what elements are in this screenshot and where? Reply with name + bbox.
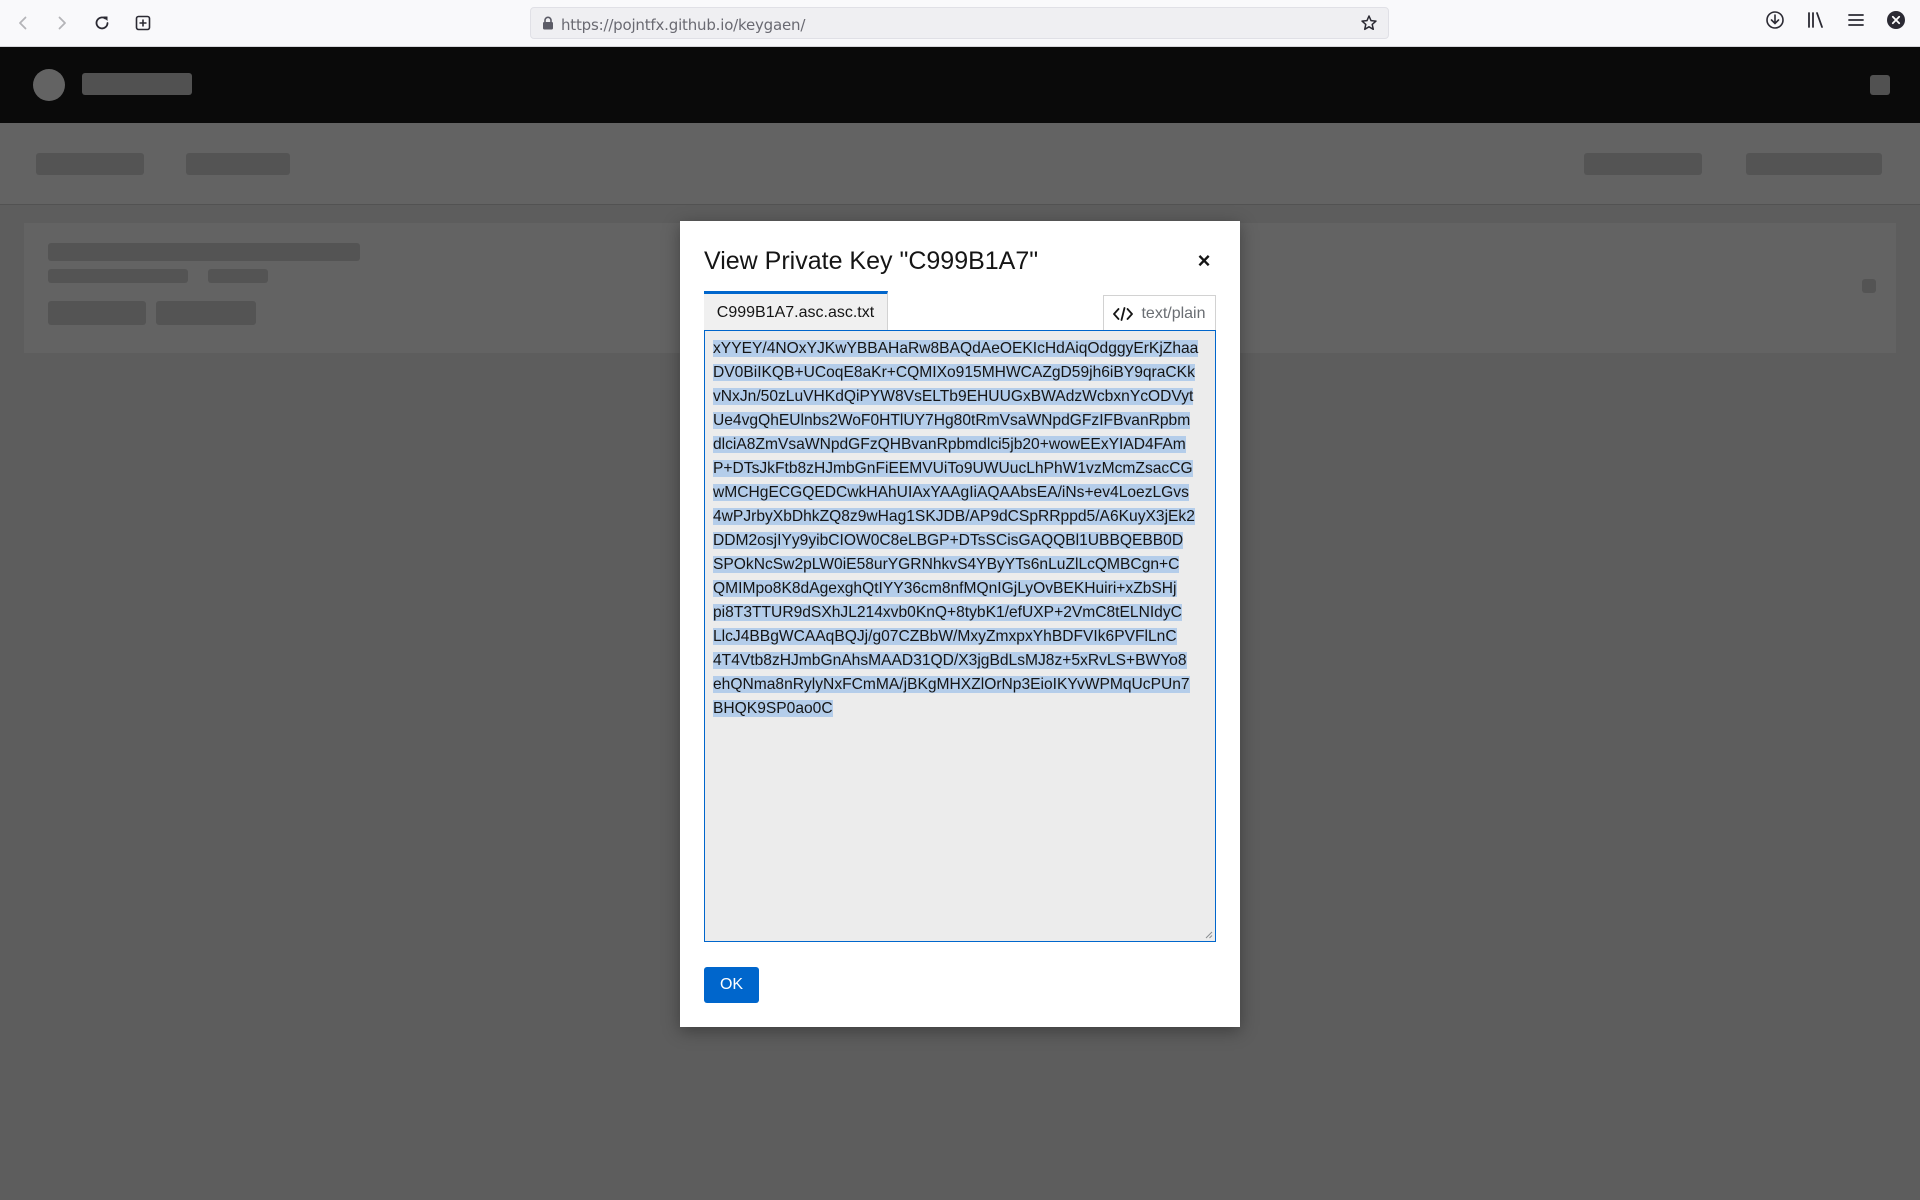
library-icon[interactable] [1806, 10, 1826, 35]
new-tab-icon[interactable] [130, 10, 156, 36]
close-icon[interactable] [1886, 10, 1906, 35]
key-text-line: vNxJn/50zLuVHKdQiPYW8VsELTb9EHUUGxBWAdzW… [713, 385, 1208, 409]
url-path: /keygaen/ [733, 16, 806, 34]
resize-grip-icon[interactable] [1203, 929, 1213, 939]
star-icon[interactable] [1360, 14, 1378, 32]
key-text-line: ehQNma8nRylyNxFCmMA/jBKgMHXZlOrNp3EioIKY… [713, 673, 1208, 697]
key-text-line: BHQK9SP0ao0C [713, 697, 1208, 721]
key-text-line: 4T4Vtb8zHJmbGnAhsMAAD31QD/X3jgBdLsMJ8z+5… [713, 649, 1208, 673]
back-icon[interactable] [10, 10, 36, 36]
key-text-selection: dlciA8ZmVsaWNpdGFzQHBvanRpbmdlci5jb20+wo… [713, 436, 1186, 453]
key-text-line: LlcJ4BBgWCAAqBQJj/g07CZBbW/MxyZmxpxYhBDF… [713, 625, 1208, 649]
lock-icon [543, 16, 553, 30]
key-text-selection: SPOkNcSw2pLW0iE58urYGRNhkvS4YByYTs6nLuZl… [713, 556, 1180, 573]
key-text-selection: 4wPJrbyXbDhkZQ8z9wHag1SKJDB/AP9dCSpRRppd… [713, 508, 1195, 525]
key-text-line: wMCHgECGQEDCwkHAhUIAxYAAgIiAQAAbsEA/iNs+… [713, 481, 1208, 505]
mime-type-label: text/plain [1141, 304, 1206, 322]
download-icon[interactable] [1765, 10, 1785, 35]
url-text: https://pojntfx.github.io/keygaen/ [561, 16, 805, 34]
forward-icon[interactable] [49, 10, 75, 36]
key-text-line: xYYEY/4NOxYJKwYBBAHaRw8BAQdAeOEKIcHdAiqO… [713, 337, 1208, 361]
key-text-line: DDM2osjIYy9yibCIOW0C8eLBGP+DTsSCisGAQQBl… [713, 529, 1208, 553]
url-bar[interactable]: https://pojntfx.github.io/keygaen/ [530, 7, 1389, 39]
url-host: https://pojntfx.github.io [561, 16, 734, 34]
file-name-tab[interactable]: C999B1A7.asc.asc.txt [704, 291, 888, 331]
ok-button[interactable]: OK [704, 967, 759, 1003]
key-text-line: DV0BiIKQB+UCoqE8aKr+CQMIXo915MHWCAZgD59j… [713, 361, 1208, 385]
key-text-selection: LlcJ4BBgWCAAqBQJj/g07CZBbW/MxyZmxpxYhBDF… [713, 628, 1177, 645]
key-text-line: QMIMpo8K8dAgexghQtIYY36cm8nfMQnIGjLyOvBE… [713, 577, 1208, 601]
key-text-selection: BHQK9SP0ao0C [713, 700, 833, 717]
key-text-selection: 4T4Vtb8zHJmbGnAhsMAAD31QD/X3jgBdLsMJ8z+5… [713, 652, 1187, 669]
menu-icon[interactable] [1846, 10, 1866, 35]
code-icon [1113, 306, 1134, 321]
key-text-line: SPOkNcSw2pLW0iE58urYGRNhkvS4YByYTs6nLuZl… [713, 553, 1208, 577]
key-text-line: P+DTsJkFtb8zHJmbGnFiEEMVUiTo9UWUucLhPhW1… [713, 457, 1208, 481]
browser-toolbar: https://pojntfx.github.io/keygaen/ [0, 0, 1920, 47]
key-text-selection: xYYEY/4NOxYJKwYBBAHaRw8BAQdAeOEKIcHdAiqO… [713, 340, 1199, 357]
view-private-key-modal: View Private Key "C999B1A7" × C999B1A7.a… [680, 221, 1240, 1027]
key-text-selection: Ue4vgQhEUlnbs2WoF0HTlUY7Hg80tRmVsaWNpdGF… [713, 412, 1191, 429]
key-text-line: Ue4vgQhEUlnbs2WoF0HTlUY7Hg80tRmVsaWNpdGF… [713, 409, 1208, 433]
reload-icon[interactable] [89, 10, 115, 36]
modal-title: View Private Key "C999B1A7" [704, 247, 1039, 275]
key-text-selection: QMIMpo8K8dAgexghQtIYY36cm8nfMQnIGjLyOvBE… [713, 580, 1177, 597]
key-text-selection: pi8T3TTUR9dSXhJL214xvb0KnQ+8tybK1/efUXP+… [713, 604, 1182, 621]
key-text-selection: DV0BiIKQB+UCoqE8aKr+CQMIXo915MHWCAZgD59j… [713, 364, 1195, 381]
key-text-line: pi8T3TTUR9dSXhJL214xvb0KnQ+8tybK1/efUXP+… [713, 601, 1208, 625]
key-text-selection: vNxJn/50zLuVHKdQiPYW8VsELTb9EHUUGxBWAdzW… [713, 388, 1194, 405]
key-text-selection: ehQNma8nRylyNxFCmMA/jBKgMHXZlOrNp3EioIKY… [713, 676, 1190, 693]
key-text-selection: P+DTsJkFtb8zHJmbGnFiEEMVUiTo9UWUucLhPhW1… [713, 460, 1193, 477]
key-text-selection: DDM2osjIYy9yibCIOW0C8eLBGP+DTsSCisGAQQBl… [713, 532, 1184, 549]
key-text-line: dlciA8ZmVsaWNpdGFzQHBvanRpbmdlci5jb20+wo… [713, 433, 1208, 457]
close-icon[interactable]: × [1194, 250, 1214, 272]
mime-type-badge: text/plain [1103, 295, 1216, 331]
key-text-selection: wMCHgECGQEDCwkHAhUIAxYAAgIiAQAAbsEA/iNs+… [713, 484, 1189, 501]
private-key-textarea[interactable]: xYYEY/4NOxYJKwYBBAHaRw8BAQdAeOEKIcHdAiqO… [704, 330, 1216, 942]
key-text-line: 4wPJrbyXbDhkZQ8z9wHag1SKJDB/AP9dCSpRRppd… [713, 505, 1208, 529]
